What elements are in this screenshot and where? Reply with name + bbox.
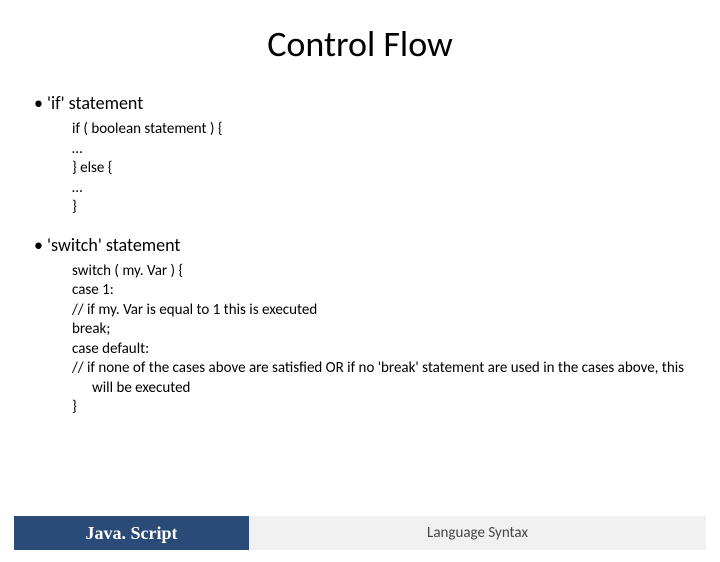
code-line: // if my. Var is equal to 1 this is exec…: [72, 301, 700, 321]
slide-title: Control Flow: [0, 22, 720, 66]
code-line: // if none of the cases above are satisf…: [72, 359, 700, 398]
footer-bar: Java. Script Language Syntax: [14, 516, 706, 550]
code-line: …: [72, 140, 700, 160]
code-line: }: [72, 398, 700, 418]
code-line: if ( boolean statement ) {: [72, 120, 700, 140]
code-line: case default:: [72, 340, 700, 360]
code-line: }: [72, 198, 700, 218]
code-line: } else {: [72, 159, 700, 179]
code-line: break;: [72, 320, 700, 340]
bullet-if: • 'if' statement: [28, 92, 700, 114]
bullet-switch: • 'switch' statement: [28, 234, 700, 256]
code-line: switch ( my. Var ) {: [72, 262, 700, 282]
footer-left-label: Java. Script: [14, 516, 249, 550]
slide-content: • 'if' statement if ( boolean statement …: [0, 92, 720, 418]
code-line: case 1:: [72, 281, 700, 301]
footer-right-label: Language Syntax: [249, 516, 706, 550]
if-code-block: if ( boolean statement ) { … } else { … …: [28, 120, 700, 218]
switch-code-block: switch ( my. Var ) { case 1: // if my. V…: [28, 262, 700, 418]
code-line: …: [72, 179, 700, 199]
